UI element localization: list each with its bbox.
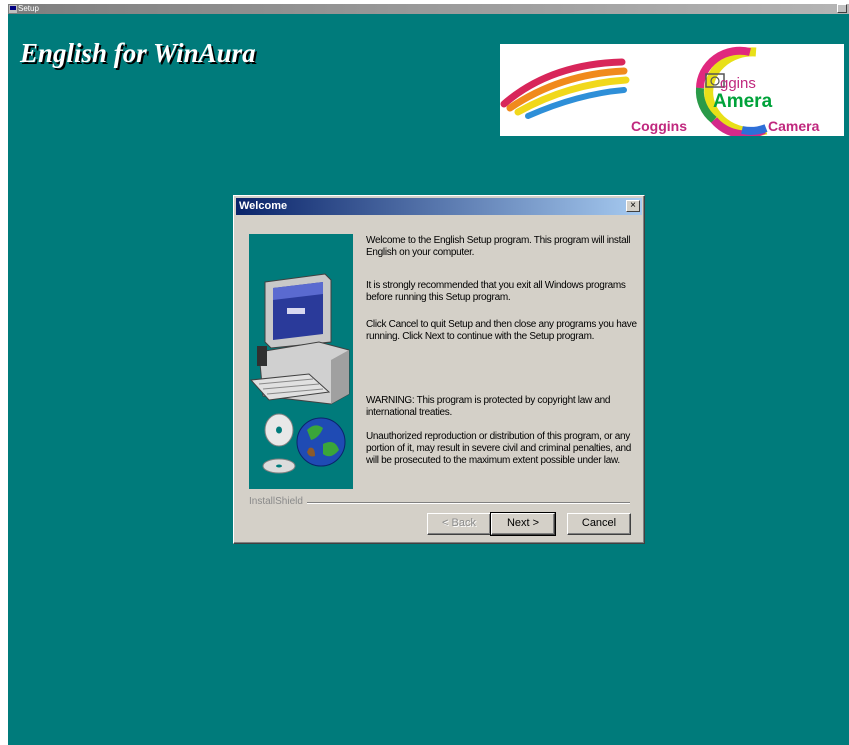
welcome-paragraph: Welcome to the English Setup program. Th… xyxy=(366,235,631,258)
logo-text-amera: Amera xyxy=(713,91,773,112)
setup-window: Setup English for WinAura ggins Amera Co… xyxy=(8,4,849,745)
installshield-label: InstallShield xyxy=(249,496,307,507)
logo-text-coggins: Coggins xyxy=(631,118,687,134)
coggins-camera-logo: ggins Amera Coggins Camera xyxy=(500,44,844,136)
back-button[interactable]: < Back xyxy=(427,513,491,535)
recommendation-paragraph: It is strongly recommended that you exit… xyxy=(366,280,626,303)
window-minimize-button[interactable] xyxy=(837,4,847,13)
setup-app-icon xyxy=(9,5,17,13)
dialog-titlebar[interactable]: Welcome × xyxy=(236,198,642,215)
legal-paragraph: Unauthorized reproduction or distributio… xyxy=(366,431,631,466)
cancel-button[interactable]: Cancel xyxy=(567,513,631,535)
window-titlebar: Setup xyxy=(8,4,849,14)
logo-text-oggins: ggins xyxy=(720,75,756,92)
logo-text-camera: Camera xyxy=(768,118,820,134)
welcome-dialog: Welcome × Welcome to the English Setup p… xyxy=(233,195,645,544)
close-button[interactable]: × xyxy=(626,200,640,212)
close-icon: × xyxy=(630,200,636,211)
computer-globe-icon xyxy=(249,273,350,474)
instructions-paragraph: Click Cancel to quit Setup and then clos… xyxy=(366,319,637,342)
next-button[interactable]: Next > xyxy=(490,512,556,536)
window-title: Setup xyxy=(18,4,39,13)
warning-paragraph: WARNING: This program is protected by co… xyxy=(366,395,611,418)
app-heading: English for WinAura xyxy=(20,38,256,68)
dialog-title: Welcome xyxy=(239,200,288,212)
setup-illustration xyxy=(249,234,353,489)
